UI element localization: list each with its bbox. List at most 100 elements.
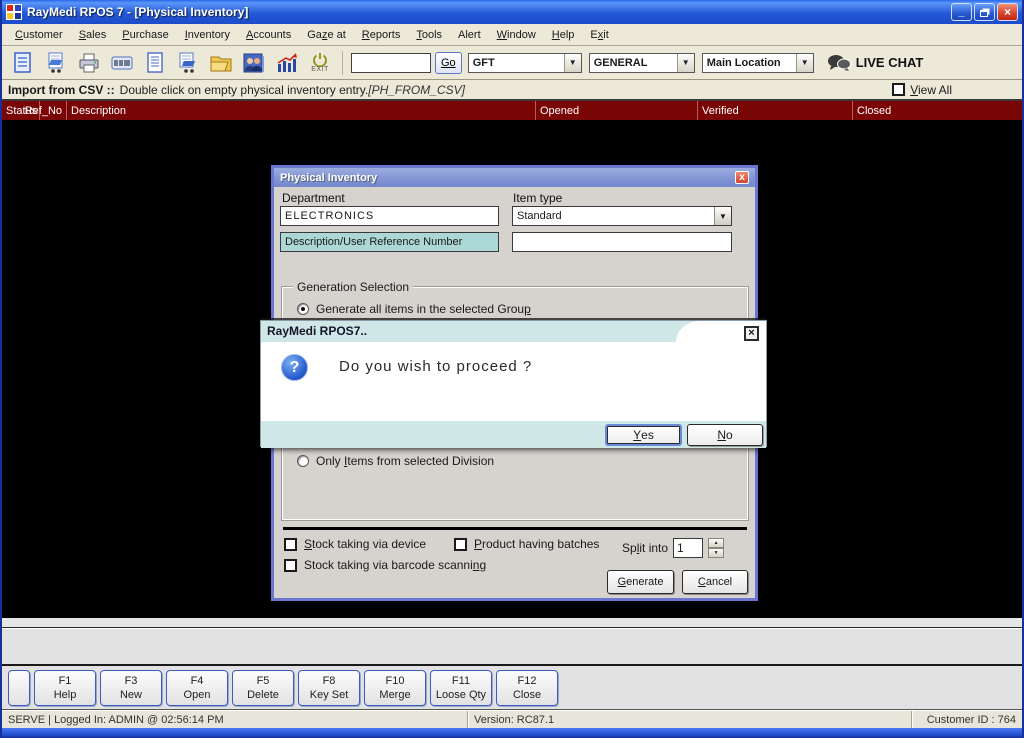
chat-bubbles-icon [827,54,851,71]
f5-delete-button[interactable]: F5 Delete [232,669,294,706]
separator-line [283,527,747,530]
menu-tools[interactable]: Tools [409,27,449,43]
f1-help-button[interactable]: F1 Help [34,669,96,706]
radio-generate-all[interactable]: Generate all items in the selected Group [297,302,531,316]
grid-header: Status Ref_No Description Opened Verifie… [2,101,1022,120]
confirm-title: RayMedi RPOS7.. [267,324,368,338]
users-icon[interactable] [239,49,269,77]
exit-icon-label: EXIT [311,66,329,73]
product-having-batches-option[interactable]: Product having batches [454,537,599,551]
split-into-input[interactable]: 1 [673,538,704,558]
menu-gaze-at[interactable]: Gaze at [300,27,353,43]
stock-taking-device-option[interactable]: Stock taking via device [284,537,426,551]
function-key-bar: F1 Help F3 New F4 Open F5 Delete F8 Key Set F… [2,666,1022,710]
printer-icon[interactable] [74,49,104,77]
cancel-button[interactable]: Cancel [682,570,748,594]
f3-new-button[interactable]: F3 New [100,669,162,706]
checkbox-icon[interactable] [284,537,297,551]
menu-exit[interactable]: Exit [583,27,615,43]
company-select[interactable]: GFT ▼ [467,52,582,73]
split-into-label: Split into [622,541,669,555]
close-button[interactable]: × [997,3,1018,21]
chevron-down-icon: ▼ [795,53,813,72]
sales-cart-icon[interactable] [41,49,71,77]
f12-close-button[interactable]: F12 Close [496,669,558,706]
department-field[interactable]: ELECTRONICS [280,206,499,226]
menu-sales[interactable]: Sales [72,27,114,43]
yes-button[interactable]: Yes [605,424,682,446]
column-refno[interactable]: Ref_No [25,101,67,120]
chevron-down-icon: ▼ [563,53,581,72]
menu-accounts[interactable]: Accounts [239,27,298,43]
blank-function-button[interactable] [8,669,30,706]
column-description[interactable]: Description [67,101,536,120]
checkbox-icon[interactable] [454,537,467,551]
barcode-icon[interactable] [107,49,137,77]
folder-icon[interactable] [206,49,236,77]
confirm-body: ? Do you wish to proceed ? [261,342,766,421]
menu-inventory[interactable]: Inventory [178,27,237,43]
f11-looseqty-button[interactable]: F11 Loose Qty [430,669,492,706]
column-opened[interactable]: Opened [536,101,698,120]
live-chat-button[interactable]: LIVE CHAT [827,54,923,72]
inventory-list-area[interactable]: Physical Inventory x Department Item typ… [2,120,1022,618]
status-logged-in: SERVE | Logged In: ADMIN @ 02:56:14 PM [2,711,468,728]
chevron-down-icon: ▼ [714,207,731,225]
location-select[interactable]: Main Location ▼ [701,52,814,73]
confirm-close-icon[interactable]: × [744,326,759,341]
info-bar-text: Double click on empty physical inventory… [119,82,369,97]
radio-icon[interactable] [297,455,309,467]
item-type-label: Item type [513,191,563,205]
menu-window[interactable]: Window [490,27,543,43]
app-window: RayMedi RPOS 7 - [Physical Inventory] _ … [0,0,1024,738]
quick-search-input[interactable] [351,52,431,73]
department-label: Department [282,191,345,205]
title-bar: RayMedi RPOS 7 - [Physical Inventory] _ … [2,0,1022,24]
question-icon: ? [281,354,308,381]
menu-purchase[interactable]: Purchase [115,27,175,43]
purchase-cart-icon[interactable] [173,49,203,77]
document-icon[interactable] [140,49,170,77]
app-logo-icon [6,4,22,20]
bottom-strip [2,618,1022,628]
no-button[interactable]: No [687,424,763,446]
minimize-button[interactable]: _ [951,3,972,21]
checkbox-icon[interactable] [284,558,297,572]
restore-button[interactable] [974,3,995,21]
status-bar: SERVE | Logged In: ADMIN @ 02:56:14 PM V… [2,710,1022,728]
view-all-label: View All [910,82,952,97]
menu-reports[interactable]: Reports [355,27,408,43]
f8-keyset-button[interactable]: F8 Key Set [298,669,360,706]
radio-icon[interactable] [297,303,309,315]
f10-merge-button[interactable]: F10 Merge [364,669,426,706]
menu-bar: Customer Sales Purchase Inventory Accoun… [2,24,1022,46]
column-verified[interactable]: Verified [698,101,853,120]
chevron-down-icon: ▼ [676,53,694,72]
f4-open-button[interactable]: F4 Open [166,669,228,706]
menu-customer[interactable]: Customer [8,27,70,43]
go-button[interactable]: Go [435,51,462,74]
item-type-select[interactable]: Standard ▼ [512,206,732,226]
description-reference-button[interactable]: Description/User Reference Number [280,232,499,252]
division-select[interactable]: GENERAL ▼ [588,52,695,73]
menu-alert[interactable]: Alert [451,27,488,43]
radio-only-division[interactable]: Only Items from selected Division [297,454,494,468]
generate-button[interactable]: Generate [607,570,674,594]
confirm-title-bar: RayMedi RPOS7.. × [261,321,766,342]
toolbar-separator [342,50,343,75]
main-toolbar: EXIT Go GFT ▼ GENERAL ▼ Main Location ▼ LIV… [2,46,1022,80]
dialog-title-bar: Physical Inventory x [274,168,755,187]
column-closed[interactable]: Closed [853,101,1022,120]
chart-icon[interactable] [272,49,302,77]
spinner-down-button[interactable]: ▼ [708,548,725,558]
view-all-toggle[interactable]: View All [892,83,952,97]
exit-icon[interactable]: EXIT [305,49,335,77]
status-customer-id: Customer ID : 764 [912,711,1022,728]
description-reference-field[interactable] [512,232,732,252]
invoice-icon[interactable] [8,49,38,77]
menu-help[interactable]: Help [545,27,582,43]
stock-taking-barcode-option[interactable]: Stock taking via barcode scanning [284,558,486,572]
dialog-close-icon[interactable]: x [735,171,749,184]
view-all-checkbox[interactable] [892,83,906,96]
spinner-up-button[interactable]: ▲ [708,538,725,548]
